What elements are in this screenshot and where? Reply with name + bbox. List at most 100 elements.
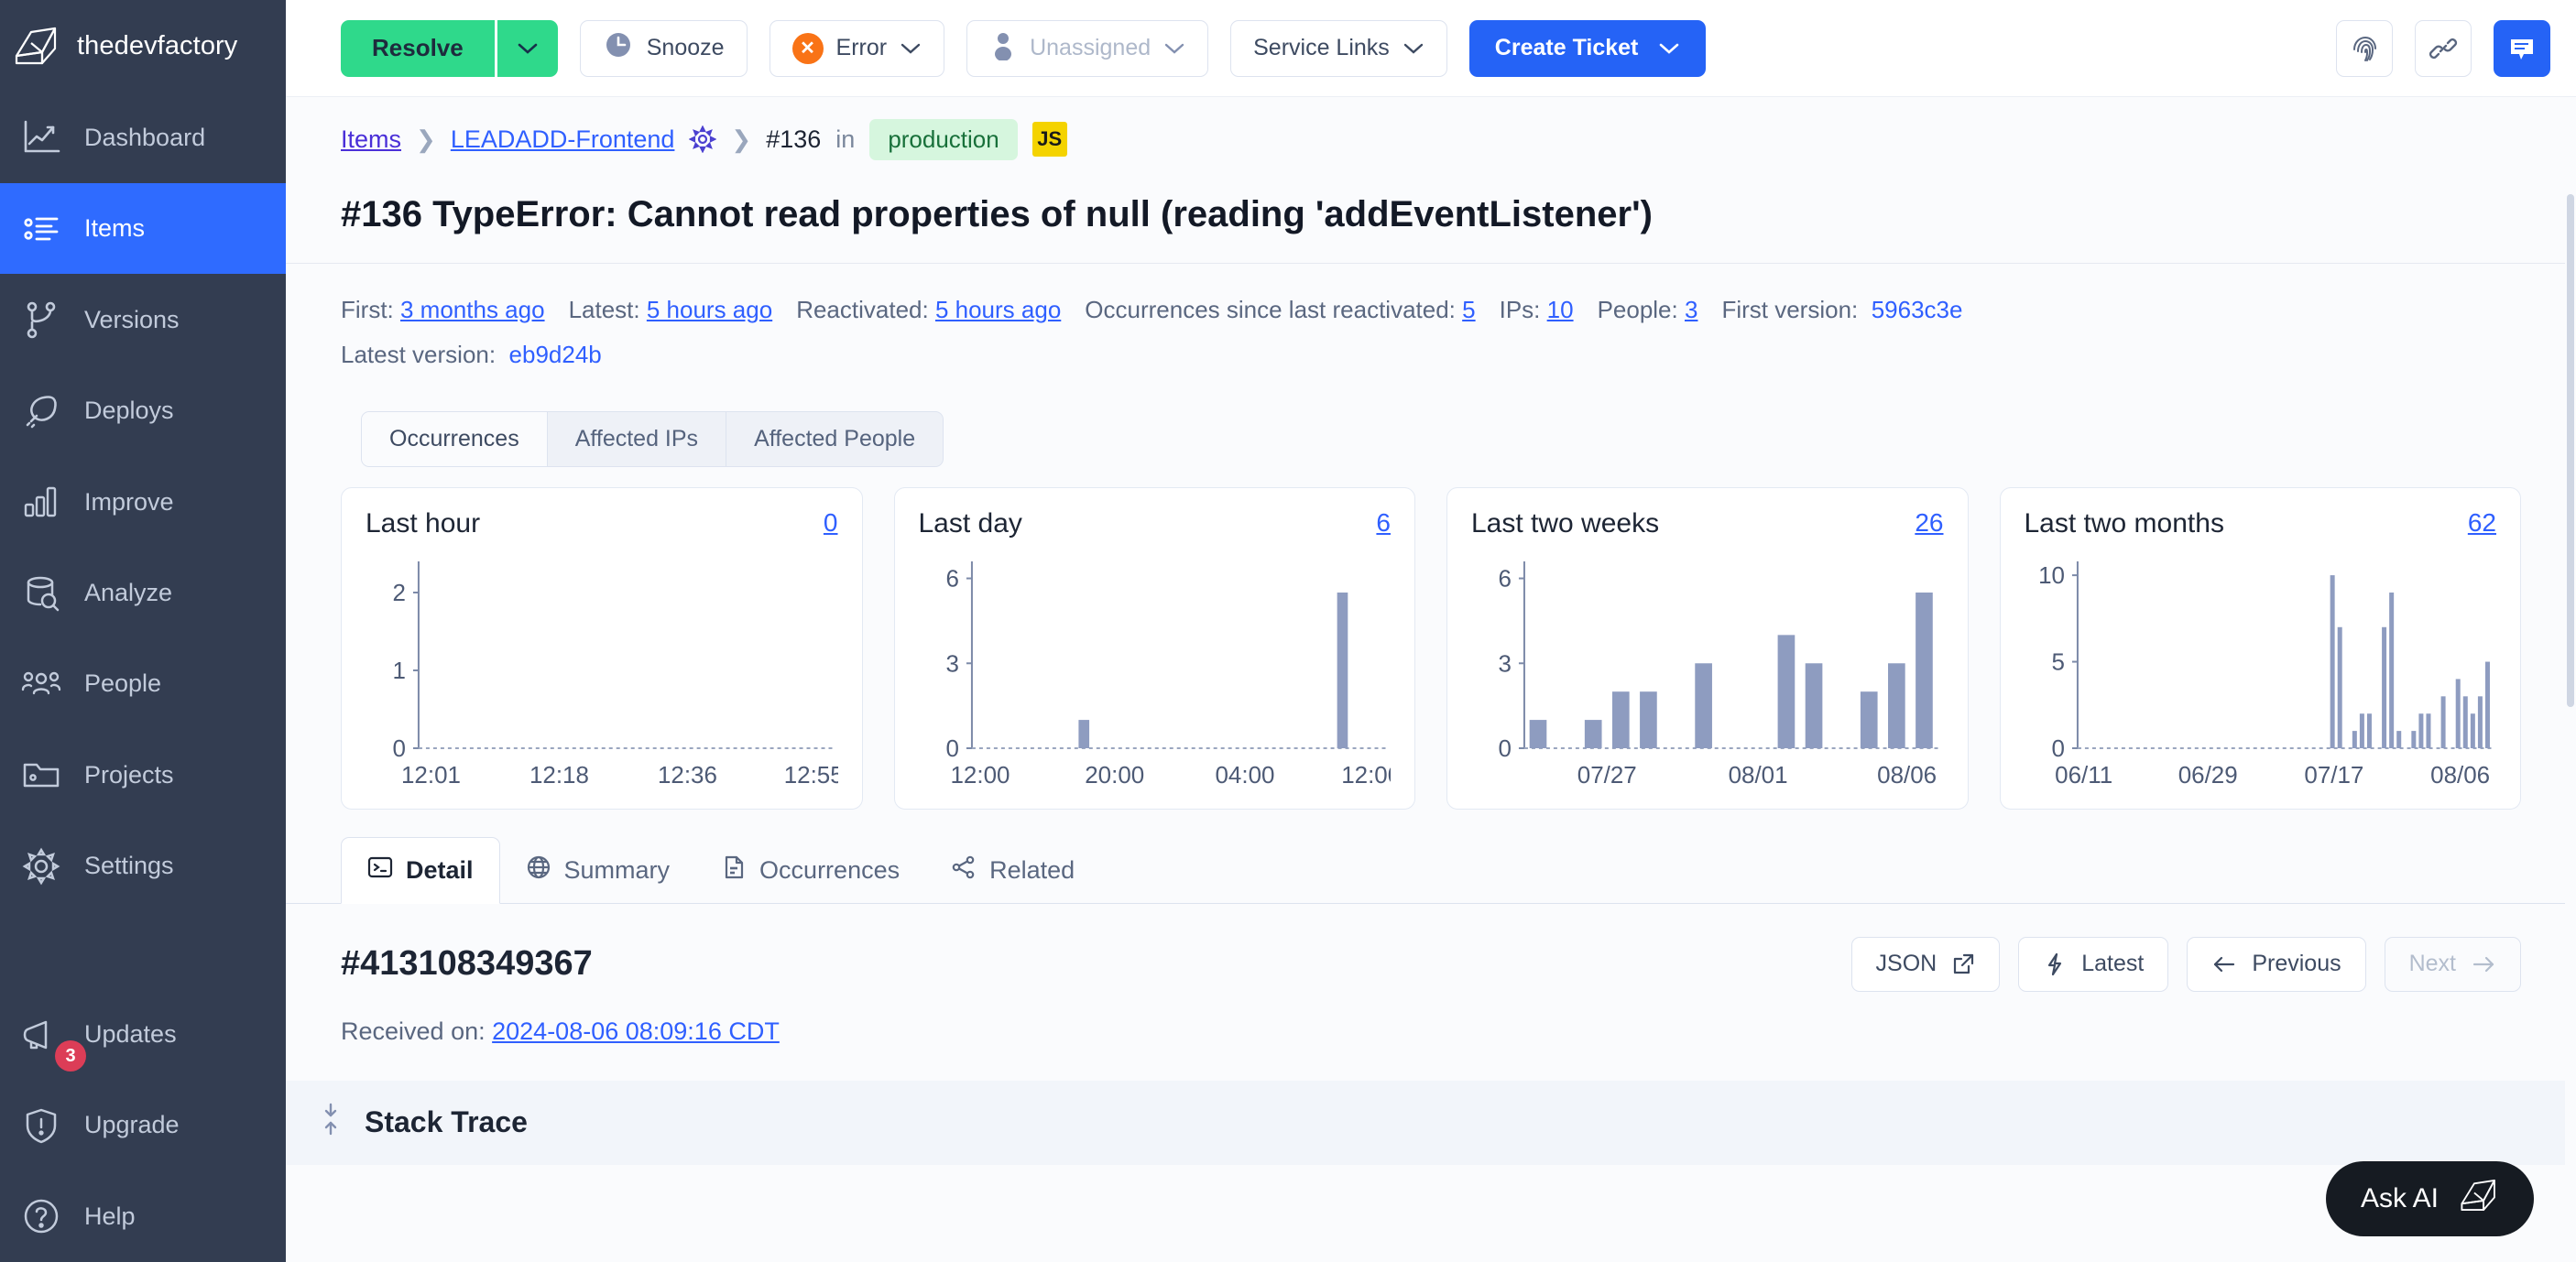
meta-label: People:	[1597, 296, 1678, 323]
bar-chart-icon	[20, 481, 62, 523]
meta-latest-version: Latest version: eb9d24b	[341, 332, 2521, 377]
chevron-down-icon	[901, 43, 921, 54]
seg-tab-occurrences[interactable]: Occurrences	[362, 411, 548, 466]
logo-icon	[13, 25, 60, 67]
detail-panel: #413108349367 JSON Latest Previous Next …	[286, 903, 2576, 1046]
comments-button[interactable]	[2494, 19, 2550, 77]
gear-icon	[20, 845, 62, 887]
meta-value[interactable]: 5	[1462, 296, 1475, 323]
received-timestamp[interactable]: 2024-08-06 08:09:16 CDT	[492, 1017, 780, 1045]
bar-chart: 0 5 10 06/11 06/29 07/17 08/06	[2025, 552, 2497, 792]
assignee-label: Unassigned	[1030, 35, 1152, 60]
create-ticket-button[interactable]: Create Ticket	[1468, 19, 1707, 77]
create-ticket-label: Create Ticket	[1494, 35, 1639, 60]
brand[interactable]: thedevfactory	[0, 0, 286, 92]
meta-value[interactable]: 5 hours ago	[647, 296, 772, 323]
sidebar-item-label: Items	[84, 214, 146, 243]
rocket-icon	[20, 390, 62, 432]
error-level-button[interactable]: ✕ Error	[769, 19, 945, 77]
content-area: Items ❯ LEADADD-Frontend ❯ #136 in produ…	[286, 97, 2576, 1262]
svg-text:08/06: 08/06	[1877, 761, 1937, 789]
chart-count-link[interactable]: 0	[824, 508, 838, 538]
sidebar-item-help[interactable]: Help	[0, 1171, 286, 1262]
latest-button[interactable]: Latest	[2018, 936, 2169, 992]
sidebar-item-people[interactable]: People	[0, 638, 286, 729]
chart-cards: Last hour 0 0 1 2 12:01 12:18 12:36 12:55 Last…	[321, 467, 2576, 810]
ask-ai-button[interactable]: Ask AI	[2325, 1161, 2534, 1236]
stack-trace-section-header[interactable]: Stack Trace	[286, 1080, 2576, 1165]
meta-value[interactable]: 3	[1685, 296, 1697, 323]
occurrence-id: #413108349367	[341, 944, 593, 984]
meta-value[interactable]: 3 months ago	[400, 296, 545, 323]
chart-count-link[interactable]: 6	[1376, 508, 1391, 538]
language-badge-icon: JS	[1031, 122, 1067, 157]
assignee-button[interactable]: Unassigned	[966, 19, 1209, 77]
meta-first: First: 3 months ago	[341, 288, 545, 332]
sidebar-item-settings[interactable]: Settings	[0, 821, 286, 911]
resolve-button[interactable]: Resolve	[341, 19, 495, 77]
scrollbar-thumb[interactable]	[2567, 194, 2574, 707]
breadcrumb-project-link[interactable]: LEADADD-Frontend	[451, 125, 675, 154]
breadcrumb-items-link[interactable]: Items	[341, 125, 401, 154]
fingerprint-button[interactable]	[2336, 19, 2393, 77]
meta-occurrences: Occurrences since last reactivated: 5	[1085, 288, 1475, 332]
seg-tab-affected-ips[interactable]: Affected IPs	[547, 411, 727, 466]
svg-text:12:18: 12:18	[529, 761, 589, 789]
svg-text:1: 1	[393, 657, 406, 684]
meta-label: Occurrences since last reactivated:	[1085, 296, 1456, 323]
error-label: Error	[835, 35, 888, 60]
tab-detail[interactable]: Detail	[341, 836, 500, 904]
svg-text:12:00: 12:00	[950, 761, 1010, 789]
detail-tabs: Detail Summary Occurrences Related	[286, 836, 2576, 904]
chevron-right-icon: ❯	[416, 125, 436, 153]
sidebar-item-upgrade[interactable]: Upgrade	[0, 1080, 286, 1170]
svg-text:6: 6	[945, 564, 958, 592]
svg-text:3: 3	[1499, 649, 1512, 677]
sidebar-item-improve[interactable]: Improve	[0, 456, 286, 547]
item-meta-block: First: 3 months ago Latest: 5 hours ago …	[286, 264, 2576, 378]
fingerprint-icon	[2353, 36, 2376, 61]
file-icon	[721, 854, 747, 887]
svg-text:0: 0	[1499, 734, 1512, 762]
tab-label: Occurrences	[759, 855, 901, 884]
seg-tab-affected-people[interactable]: Affected People	[726, 411, 944, 466]
meta-label: Latest version:	[341, 341, 497, 369]
meta-value[interactable]: 10	[1547, 296, 1574, 323]
bar-chart: 0 1 2 12:01 12:18 12:36 12:55	[366, 552, 838, 792]
sidebar-item-deploys[interactable]: Deploys	[0, 365, 286, 456]
tab-related[interactable]: Related	[925, 838, 1100, 903]
svg-text:20:00: 20:00	[1085, 761, 1144, 789]
svg-text:07/17: 07/17	[2304, 761, 2363, 789]
sidebar-item-projects[interactable]: Projects	[0, 730, 286, 821]
previous-button[interactable]: Previous	[2187, 936, 2366, 992]
chart-title: Last hour	[366, 507, 481, 539]
chart-count-link[interactable]: 26	[1915, 508, 1943, 538]
copy-link-button[interactable]	[2415, 19, 2472, 77]
chevron-down-icon	[518, 43, 538, 54]
meta-value[interactable]: 5 hours ago	[935, 296, 1061, 323]
meta-value[interactable]: eb9d24b	[509, 341, 602, 368]
sidebar-item-analyze[interactable]: Analyze	[0, 548, 286, 638]
environment-badge[interactable]: production	[869, 118, 1018, 160]
sidebar-item-dashboard[interactable]: Dashboard	[0, 92, 286, 182]
meta-label: First version:	[1721, 296, 1859, 323]
collapse-icon	[317, 1103, 344, 1143]
page-scrollbar[interactable]	[2565, 194, 2576, 1262]
resolve-dropdown-button[interactable]	[497, 19, 558, 77]
resolve-split-button[interactable]: Resolve	[341, 19, 558, 77]
tab-summary[interactable]: Summary	[500, 838, 696, 903]
external-link-icon	[1954, 953, 1974, 974]
sidebar-item-items[interactable]: Items	[0, 182, 286, 275]
meta-value[interactable]: 5963c3e	[1872, 296, 1963, 323]
tab-occurrences[interactable]: Occurrences	[695, 838, 925, 903]
sidebar-item-updates[interactable]: 3 Updates	[0, 989, 286, 1080]
json-button[interactable]: JSON	[1850, 936, 2001, 992]
chart-count-link[interactable]: 62	[2468, 508, 2496, 538]
service-links-button[interactable]: Service Links	[1230, 19, 1447, 77]
sidebar-item-versions[interactable]: Versions	[0, 274, 286, 364]
svg-text:06/11: 06/11	[2055, 761, 2112, 789]
person-glyph	[995, 33, 1012, 61]
project-settings-gear-icon[interactable]	[689, 125, 717, 153]
sidebar-item-label: Help	[84, 1202, 136, 1230]
snooze-button[interactable]: Snooze	[579, 19, 748, 77]
